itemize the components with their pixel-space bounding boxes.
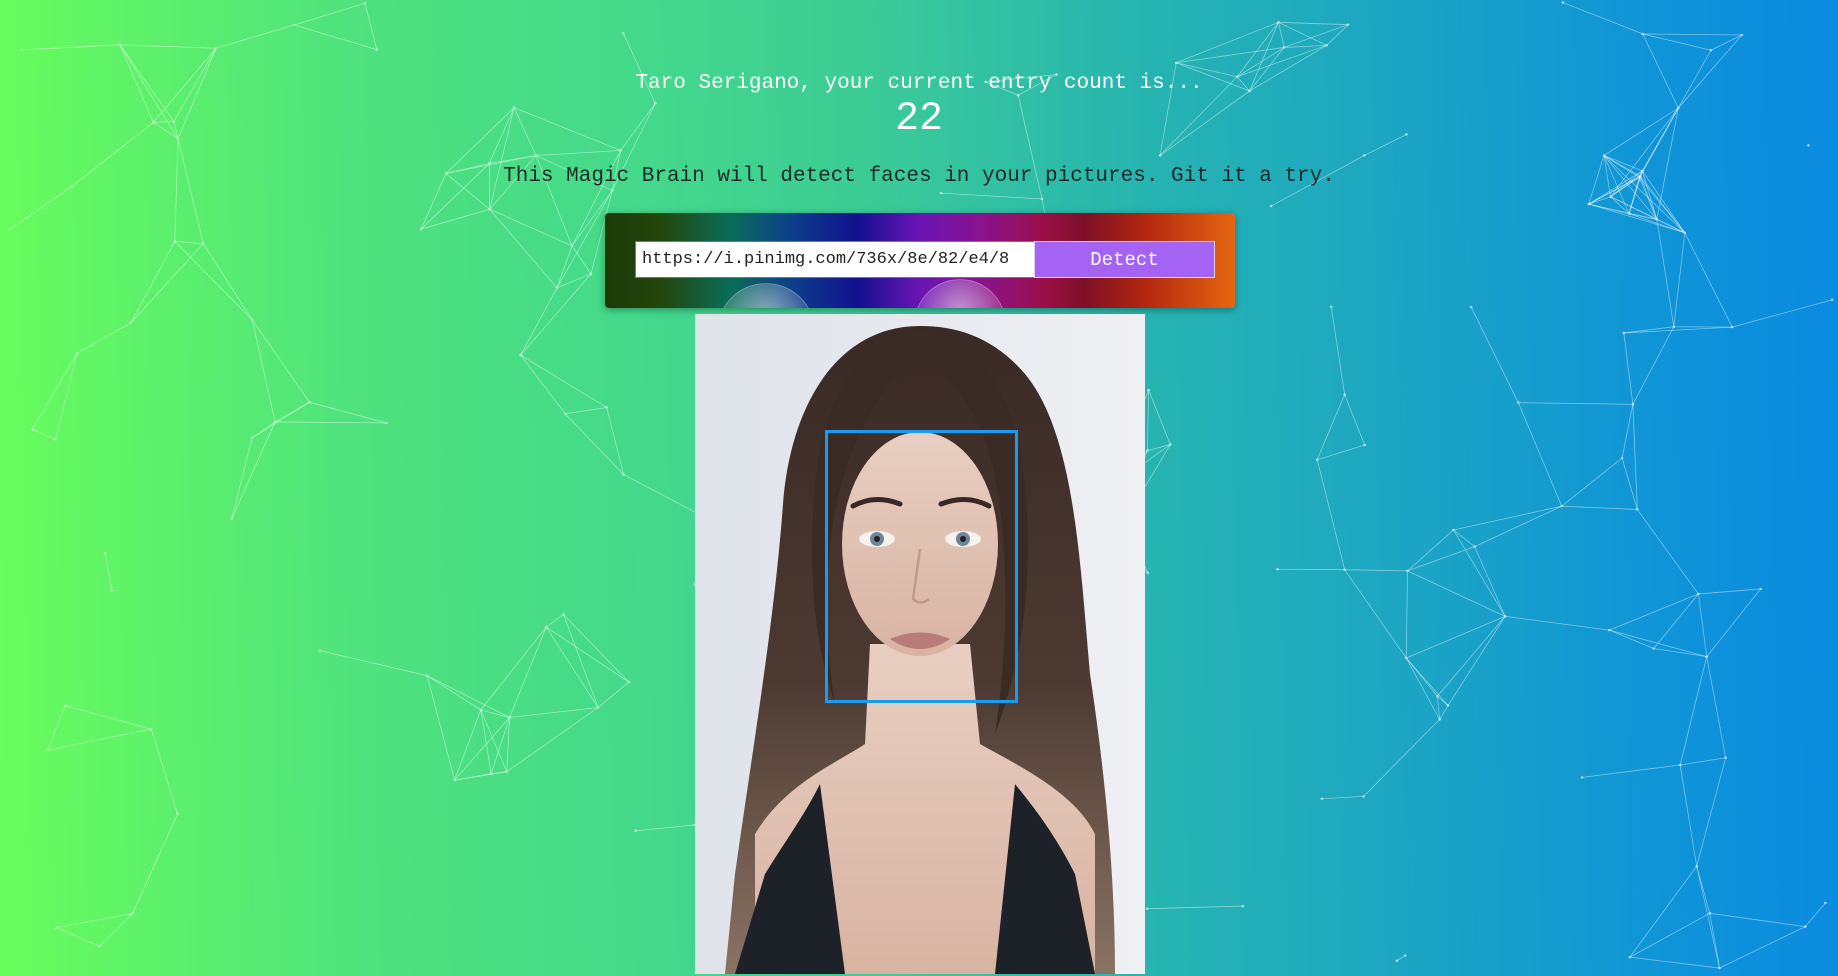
image-link-form: Detect — [605, 213, 1235, 308]
welcome-message: Taro Serigano, your current entry count … — [635, 72, 1203, 95]
decorative-bubble — [717, 283, 815, 308]
app-description: This Magic Brain will detect faces in yo… — [503, 165, 1335, 188]
image-url-input[interactable] — [635, 241, 1037, 278]
face-bounding-box — [825, 430, 1018, 703]
decorative-bubble — [914, 279, 1006, 308]
entry-count: 22 — [894, 97, 943, 142]
input-image — [695, 314, 1145, 974]
detect-button[interactable]: Detect — [1034, 241, 1215, 278]
